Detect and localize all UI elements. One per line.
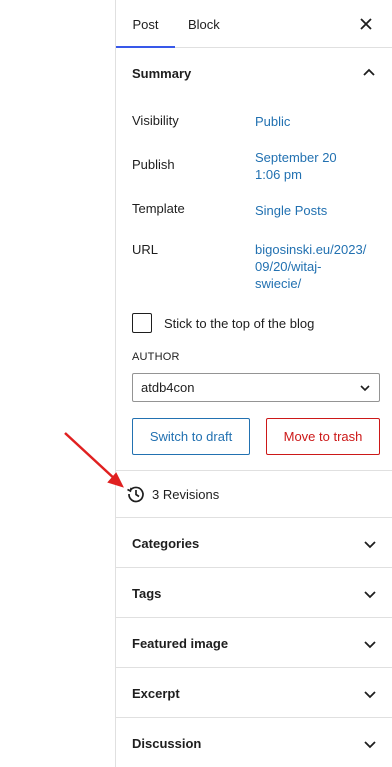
revisions-label: 3 Revisions: [152, 487, 220, 502]
sidebar-tabs: Post Block: [116, 0, 392, 48]
summary-panel-header[interactable]: Summary: [116, 48, 392, 100]
close-icon: [360, 18, 372, 30]
publish-time: 1:06 pm: [255, 167, 302, 182]
editor-canvas-area: [0, 0, 115, 767]
categories-title: Categories: [132, 536, 200, 551]
tags-panel-header[interactable]: Tags: [116, 567, 392, 617]
url-line-1: bigosinski.eu/2023/: [255, 242, 367, 257]
template-value-link[interactable]: Single Posts: [255, 202, 327, 219]
publish-date: September 20: [255, 150, 337, 165]
close-sidebar-button[interactable]: [356, 14, 376, 34]
tags-title: Tags: [132, 586, 162, 601]
visibility-label: Visibility: [132, 113, 179, 128]
url-link[interactable]: bigosinski.eu/2023/ 09/20/witaj- swiecie…: [255, 241, 366, 292]
chevron-down-icon: [364, 691, 376, 699]
chevron-down-icon: [364, 641, 376, 649]
discussion-title: Discussion: [132, 736, 202, 751]
chevron-down-icon: [360, 385, 370, 392]
author-select[interactable]: atdb4con: [132, 373, 380, 402]
url-line-3: swiecie/: [255, 276, 302, 291]
publish-label: Publish: [132, 157, 175, 172]
settings-sidebar: Post Block Summary Visibility Public Pub…: [115, 0, 392, 767]
tab-block[interactable]: Block: [188, 0, 220, 48]
sticky-checkbox[interactable]: [132, 313, 152, 333]
author-selected-value: atdb4con: [141, 380, 195, 395]
discussion-panel-header[interactable]: Discussion: [116, 717, 392, 767]
excerpt-title: Excerpt: [132, 686, 180, 701]
publish-date-link[interactable]: September 20 1:06 pm: [255, 149, 337, 183]
chevron-up-icon: [363, 68, 375, 76]
chevron-down-icon: [364, 741, 376, 749]
sticky-checkbox-label: Stick to the top of the blog: [164, 316, 315, 331]
history-icon: [127, 486, 144, 503]
chevron-down-icon: [364, 541, 376, 549]
visibility-value-link[interactable]: Public: [255, 113, 290, 130]
featured-image-title: Featured image: [132, 636, 229, 651]
url-line-2: 09/20/witaj-: [255, 259, 322, 274]
url-label: URL: [132, 242, 159, 257]
featured-image-panel-header[interactable]: Featured image: [116, 617, 392, 667]
summary-title: Summary: [132, 66, 192, 81]
switch-to-draft-button[interactable]: Switch to draft: [132, 418, 250, 455]
template-label: Template: [132, 201, 185, 216]
categories-panel-header[interactable]: Categories: [116, 517, 392, 567]
chevron-down-icon: [364, 591, 376, 599]
move-to-trash-button[interactable]: Move to trash: [266, 418, 380, 455]
excerpt-panel-header[interactable]: Excerpt: [116, 667, 392, 717]
author-label: AUTHOR: [132, 351, 180, 363]
tab-post[interactable]: Post: [116, 0, 175, 48]
revisions-link[interactable]: 3 Revisions: [116, 471, 392, 517]
